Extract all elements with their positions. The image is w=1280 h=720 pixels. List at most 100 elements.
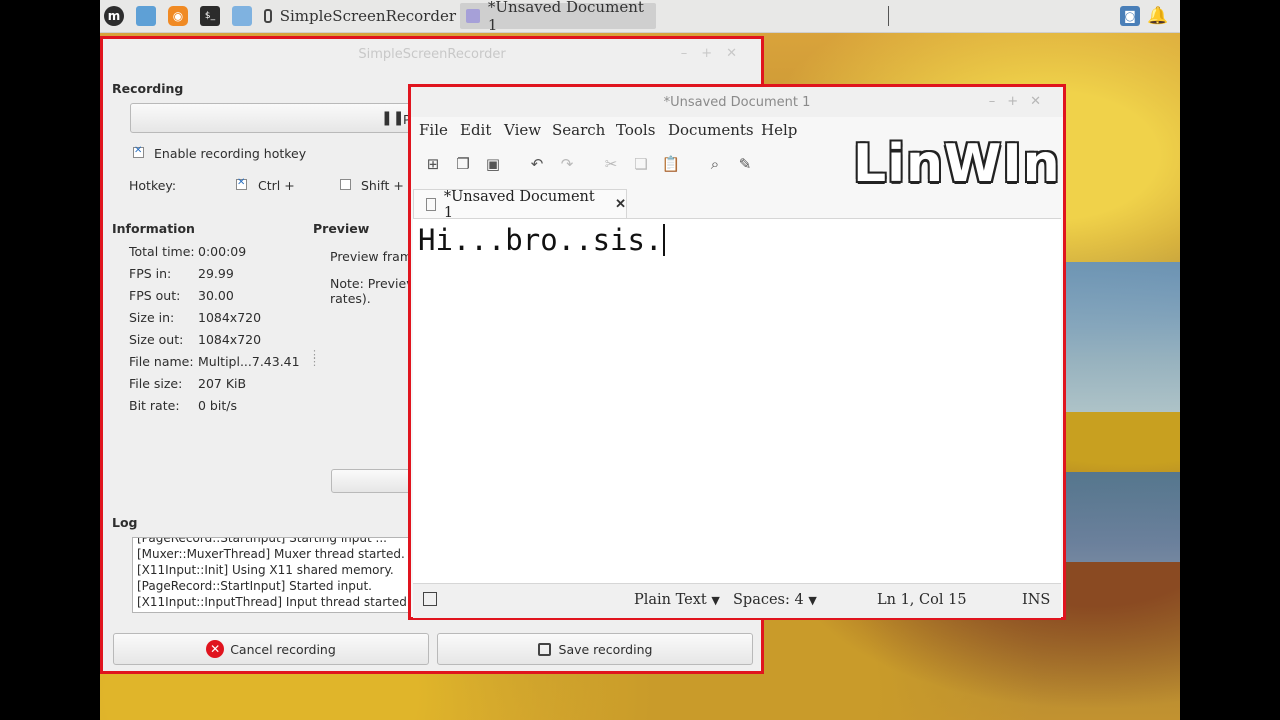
save-recording-button[interactable]: Save recording [437, 633, 753, 665]
show-desktop-icon[interactable] [136, 6, 156, 26]
side-panel-toggle-icon[interactable] [423, 592, 437, 606]
find-replace-icon[interactable]: ✎ [734, 153, 756, 175]
ssr-titlebar[interactable]: SimpleScreenRecorder [103, 39, 761, 69]
taskbar-task-editor[interactable]: *Unsaved Document 1 [460, 0, 656, 34]
insert-mode-indicator[interactable]: INS [1022, 592, 1050, 608]
info-value: 30.00 [198, 288, 234, 303]
save-icon [537, 642, 551, 656]
save-document-icon[interactable]: ▣ [482, 153, 504, 175]
preview-note-continued: rates). [330, 291, 371, 306]
text-caret [663, 224, 666, 256]
text-editor-window: *Unsaved Document 1 –+✕ File Edit View S… [408, 84, 1066, 620]
cut-icon[interactable]: ✂ [600, 153, 622, 175]
screenshot-icon[interactable]: ◙ [1120, 6, 1140, 26]
info-label: FPS out: [129, 288, 181, 303]
info-value: 1084x720 [198, 332, 262, 347]
menu-view[interactable]: View [504, 121, 541, 139]
log-line: [PageRecord::StartInput] Started input. [137, 579, 372, 593]
find-icon[interactable]: ⌕ [704, 153, 726, 175]
info-label: Size out: [129, 332, 184, 347]
info-value: 29.99 [198, 266, 234, 281]
camera-icon [264, 9, 272, 23]
document-icon [426, 198, 436, 211]
menu-tools[interactable]: Tools [616, 121, 655, 139]
preview-heading: Preview [313, 221, 370, 236]
cursor-position[interactable]: Ln 1, Col 15 [877, 592, 967, 608]
undo-icon[interactable]: ↶ [526, 153, 548, 175]
log-heading: Log [112, 515, 138, 530]
taskbar-task-ssr[interactable]: SimpleScreenRecorder [260, 3, 456, 29]
editor-window-controls[interactable]: –+✕ [989, 94, 1053, 109]
cancel-icon: ✕ [206, 640, 225, 658]
pause-recording-button[interactable]: ❚❚ P [130, 103, 420, 133]
status-bar: Plain Text ▼ Spaces: 4 ▼ Ln 1, Col 15 IN… [413, 583, 1061, 618]
editor-title: *Unsaved Document 1 [663, 94, 811, 110]
info-value: 207 KiB [198, 376, 247, 391]
language-selector[interactable]: Plain Text ▼ [634, 592, 720, 608]
copy-icon[interactable]: ❏ [630, 153, 652, 175]
log-line: [PageRecord::StartInput] Starting input … [137, 537, 387, 545]
redo-icon[interactable]: ↷ [556, 153, 578, 175]
ctrl-label: Ctrl + [258, 178, 295, 193]
enable-hotkey-label: Enable recording hotkey [154, 146, 307, 161]
document-tab[interactable]: *Unsaved Document 1 ✕ [413, 189, 627, 221]
log-line: [X11Input::InputThread] Input thread sta… [137, 595, 411, 609]
new-document-icon[interactable]: ⊞ [422, 153, 444, 175]
editor-titlebar[interactable]: *Unsaved Document 1 [411, 87, 1063, 117]
info-label: Total time: [129, 244, 195, 259]
wallpaper-sky [1060, 262, 1180, 412]
shift-checkbox[interactable] [340, 179, 351, 190]
ssr-window-controls[interactable]: –+✕ [681, 46, 751, 61]
ctrl-checkbox[interactable] [236, 177, 247, 190]
document-content: Hi...bro..sis. [418, 223, 666, 257]
splitter-handle-icon[interactable]: ⋮ ⋮ [309, 349, 320, 367]
menu-documents[interactable]: Documents [668, 121, 754, 139]
paste-icon[interactable]: 📋 [660, 153, 682, 175]
text-editor-icon [466, 9, 480, 23]
firefox-icon[interactable]: ◉ [168, 6, 188, 26]
log-line: [X11Input::Init] Using X11 shared memory… [137, 563, 394, 577]
info-value: 0 bit/s [198, 398, 237, 413]
text-editing-area[interactable]: Hi...bro..sis. [413, 218, 1061, 583]
indent-selector[interactable]: Spaces: 4 ▼ [733, 592, 817, 608]
menu-edit[interactable]: Edit [460, 121, 491, 139]
info-label: FPS in: [129, 266, 172, 281]
info-value: 1084x720 [198, 310, 262, 325]
document-text: Hi...bro..sis. [418, 223, 663, 257]
watermark-logo: LinWIn [853, 134, 1061, 194]
info-label: File name: [129, 354, 194, 369]
taskbar: m ◉ $_ SimpleScreenRecorder *Unsaved Doc… [100, 0, 1180, 34]
cancel-recording-label: Cancel recording [230, 641, 336, 657]
info-label: Bit rate: [129, 398, 180, 413]
preview-frame-label: Preview fram [330, 249, 413, 264]
bell-icon[interactable]: 🔔 [1147, 6, 1168, 26]
language-label: Plain Text [634, 592, 707, 608]
save-recording-label: Save recording [558, 641, 653, 657]
menu-help[interactable]: Help [761, 121, 797, 139]
mint-menu-icon[interactable]: m [104, 6, 124, 26]
taskbar-task-label: *Unsaved Document 1 [487, 0, 644, 34]
info-value: 0:00:09 [198, 244, 247, 259]
info-value: Multipl...7.43.41 [198, 354, 300, 369]
enable-hotkey-checkbox[interactable] [133, 145, 144, 158]
info-label: Size in: [129, 310, 175, 325]
cancel-recording-button[interactable]: ✕ Cancel recording [113, 633, 429, 665]
terminal-icon[interactable]: $_ [200, 6, 220, 26]
ssr-title: SimpleScreenRecorder [358, 46, 506, 62]
close-tab-icon[interactable]: ✕ [615, 197, 626, 212]
recording-heading: Recording [112, 81, 184, 96]
information-heading: Information [112, 221, 195, 236]
info-label: File size: [129, 376, 183, 391]
open-document-icon[interactable]: ❐ [452, 153, 474, 175]
shift-label: Shift + [361, 178, 404, 193]
taskbar-task-label: SimpleScreenRecorder [279, 7, 456, 25]
preview-note: Note: Previev [330, 276, 414, 291]
taskbar-separator [888, 6, 889, 26]
wallpaper-lake [1060, 472, 1180, 562]
menu-search[interactable]: Search [552, 121, 605, 139]
menu-file[interactable]: File [419, 121, 448, 139]
files-icon[interactable] [232, 6, 252, 26]
indent-label: Spaces: 4 [733, 592, 804, 608]
log-line: [Muxer::MuxerThread] Muxer thread starte… [137, 547, 405, 561]
log-panel[interactable]: [PageRecord::StartInput] Starting input … [132, 537, 414, 613]
